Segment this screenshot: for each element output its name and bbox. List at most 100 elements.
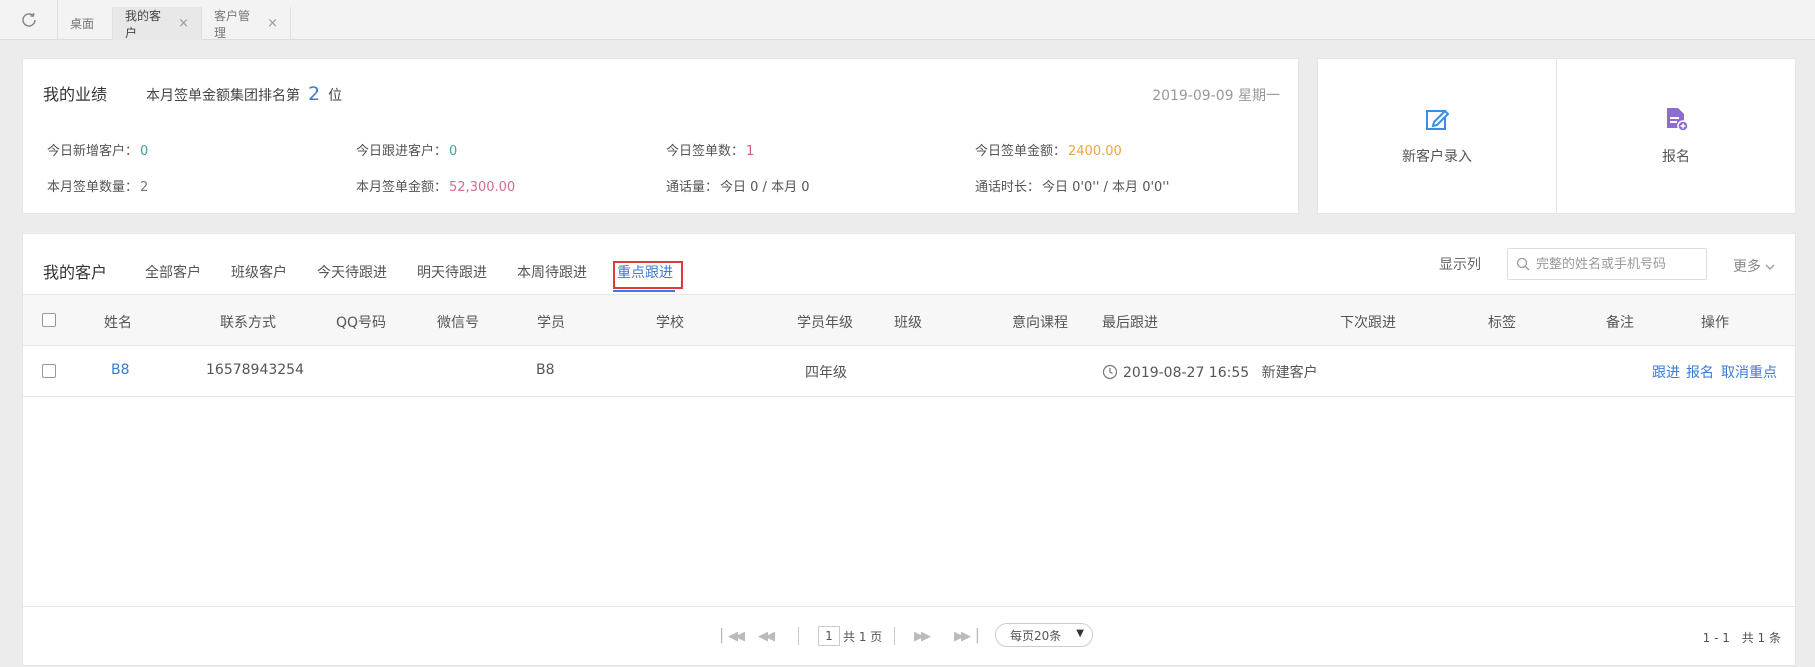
stat-value: 1 [746, 144, 755, 159]
stat-label: 本月签单数量： [47, 180, 139, 195]
customer-list-title: 我的客户 [43, 263, 108, 282]
performance-title: 我的业绩 [43, 85, 108, 104]
stat-value: 今日 0'0'' / 本月 0'0'' [1042, 180, 1170, 195]
stat-label: 今日签单数： [666, 144, 745, 159]
stat-label: 通话时长： [975, 180, 1041, 195]
stat-month-orders: 本月签单数量： 2 [47, 176, 148, 195]
first-page-icon[interactable]: ▏◀◀ [721, 629, 745, 644]
row-checkbox[interactable] [42, 364, 56, 378]
table-row: B8 16578943254 B8 四年级 2019-08-27 16:55 新… [23, 346, 1795, 397]
customer-phone: 16578943254 [206, 362, 304, 378]
stat-value: 2 [140, 180, 149, 195]
tab-class-customers[interactable]: 班级客户 [231, 262, 287, 282]
customer-name-link[interactable]: B8 [111, 362, 130, 378]
last-follow-time: 2019-08-27 16:55 [1123, 365, 1250, 381]
follow-link[interactable]: 跟进 [1652, 362, 1680, 382]
show-columns-button[interactable]: 显示列 [1439, 254, 1481, 274]
total-records: 共 1 条 [1741, 631, 1781, 645]
customer-grade: 四年级 [805, 365, 847, 381]
stat-label: 本月签单金额： [356, 180, 448, 195]
dropdown-arrow-icon: ▼ [1076, 628, 1084, 639]
performance-card: 我的业绩 本月签单金额集团排名第 2 位 2019-09-09 星期一 今日新增… [22, 58, 1299, 214]
enroll-button[interactable]: 报名 [1557, 59, 1795, 213]
tab-my-customers-label: 我的客户 [125, 8, 162, 40]
tab-all-customers[interactable]: 全部客户 [145, 262, 201, 282]
cancel-key-link[interactable]: 取消重点 [1721, 362, 1777, 382]
last-follow-cell: 2019-08-27 16:55 新建客户 [1102, 362, 1318, 382]
performance-date: 2019-09-09 星期一 [1152, 88, 1280, 104]
tab-bar: 桌面 我的客户 × 客户管理 × [0, 0, 1815, 40]
customer-list-card: 我的客户 全部客户 班级客户 今天待跟进 明天待跟进 本周待跟进 重点跟进 显示… [22, 233, 1796, 666]
record-range: 1 - 1 共 1 条 [1703, 629, 1781, 646]
enroll-link[interactable]: 报名 [1686, 362, 1714, 382]
rank-prefix: 本月签单金额集团排名第 [146, 88, 300, 104]
rank-suffix: 位 [328, 88, 343, 104]
tab-my-customers[interactable]: 我的客户 × [113, 7, 202, 40]
col-last-follow[interactable]: 最后跟进 [1102, 312, 1158, 332]
prev-page-icon[interactable]: ◀◀ [758, 629, 775, 644]
stat-today-new: 今日新增客户： 0 [47, 140, 148, 159]
col-next-follow[interactable]: 下次跟进 [1340, 312, 1396, 332]
stat-label: 今日跟进客户： [356, 144, 448, 159]
tab-desktop[interactable]: 桌面 [58, 7, 113, 40]
stat-label: 今日新增客户： [47, 144, 139, 159]
pager-divider [894, 627, 895, 645]
more-menu[interactable]: 更多 [1733, 256, 1775, 276]
stat-today-follow: 今日跟进客户： 0 [356, 140, 457, 159]
tab-customer-management[interactable]: 客户管理 × [202, 7, 291, 40]
col-tag[interactable]: 标签 [1488, 312, 1516, 332]
enroll-label: 报名 [1662, 149, 1690, 165]
search-input[interactable] [1536, 256, 1696, 272]
stat-value: 今日 0 / 本月 0 [720, 180, 810, 195]
col-student[interactable]: 学员 [537, 312, 565, 332]
stat-month-amount: 本月签单金额： 52,300.00 [356, 176, 515, 195]
tab-customer-management-label: 客户管理 [214, 8, 251, 40]
range-label: 1 - 1 [1702, 631, 1730, 645]
more-label: 更多 [1733, 259, 1761, 275]
col-wechat[interactable]: 微信号 [437, 312, 479, 332]
stat-label: 通话量： [666, 180, 719, 195]
search-box[interactable] [1507, 248, 1707, 280]
document-add-icon [1667, 108, 1689, 132]
edit-icon [1426, 109, 1450, 130]
col-remark[interactable]: 备注 [1606, 312, 1634, 332]
col-actions[interactable]: 操作 [1701, 312, 1729, 332]
stat-duration: 通话时长： 今日 0'0'' / 本月 0'0'' [975, 176, 1169, 195]
active-tab-underline [613, 290, 675, 292]
tab-week-follow[interactable]: 本周待跟进 [517, 262, 587, 282]
highlight-box [613, 261, 683, 289]
last-page-icon[interactable]: ▶▶▕ [954, 629, 978, 644]
stat-today-orders: 今日签单数： 1 [666, 140, 754, 159]
stat-value: 52,300.00 [449, 180, 516, 195]
col-name[interactable]: 姓名 [104, 312, 132, 332]
col-qq[interactable]: QQ号码 [336, 312, 386, 332]
new-customer-label: 新客户录入 [1402, 149, 1472, 165]
quick-actions-card: 新客户录入 报名 [1317, 58, 1796, 214]
current-page-input[interactable]: 1 [818, 626, 840, 646]
pager-divider [798, 627, 799, 645]
col-class[interactable]: 班级 [894, 312, 922, 332]
col-course[interactable]: 意向课程 [1012, 312, 1068, 332]
col-contact[interactable]: 联系方式 [220, 312, 276, 332]
stat-value: 2400.00 [1068, 144, 1122, 159]
refresh-icon-svg [21, 12, 36, 27]
tab-today-follow[interactable]: 今天待跟进 [317, 262, 387, 282]
new-customer-button[interactable]: 新客户录入 [1318, 59, 1557, 213]
page-size-select[interactable]: 每页20条 ▼ [995, 623, 1093, 647]
customer-student: B8 [536, 362, 555, 378]
tab-tomorrow-follow[interactable]: 明天待跟进 [417, 262, 487, 282]
performance-rank: 本月签单金额集团排名第 2 位 [146, 83, 342, 105]
pagination: ▏◀◀ ◀◀ 1 共 1 页 ▶▶ ▶▶▕ 每页20条 ▼ 1 - 1 共 1 … [23, 606, 1795, 666]
col-school[interactable]: 学校 [656, 312, 684, 332]
stat-calls: 通话量： 今日 0 / 本月 0 [666, 176, 809, 195]
last-follow-note: 新建客户 [1261, 365, 1318, 381]
col-grade[interactable]: 学员年级 [797, 312, 853, 332]
rank-value: 2 [308, 83, 321, 105]
next-page-icon[interactable]: ▶▶ [914, 629, 931, 644]
refresh-icon[interactable] [0, 0, 58, 39]
select-all-checkbox[interactable] [42, 313, 56, 327]
stat-value: 0 [140, 144, 149, 159]
close-icon[interactable]: × [267, 16, 278, 31]
stat-label: 今日签单金额： [975, 144, 1067, 159]
close-icon[interactable]: × [178, 16, 189, 31]
